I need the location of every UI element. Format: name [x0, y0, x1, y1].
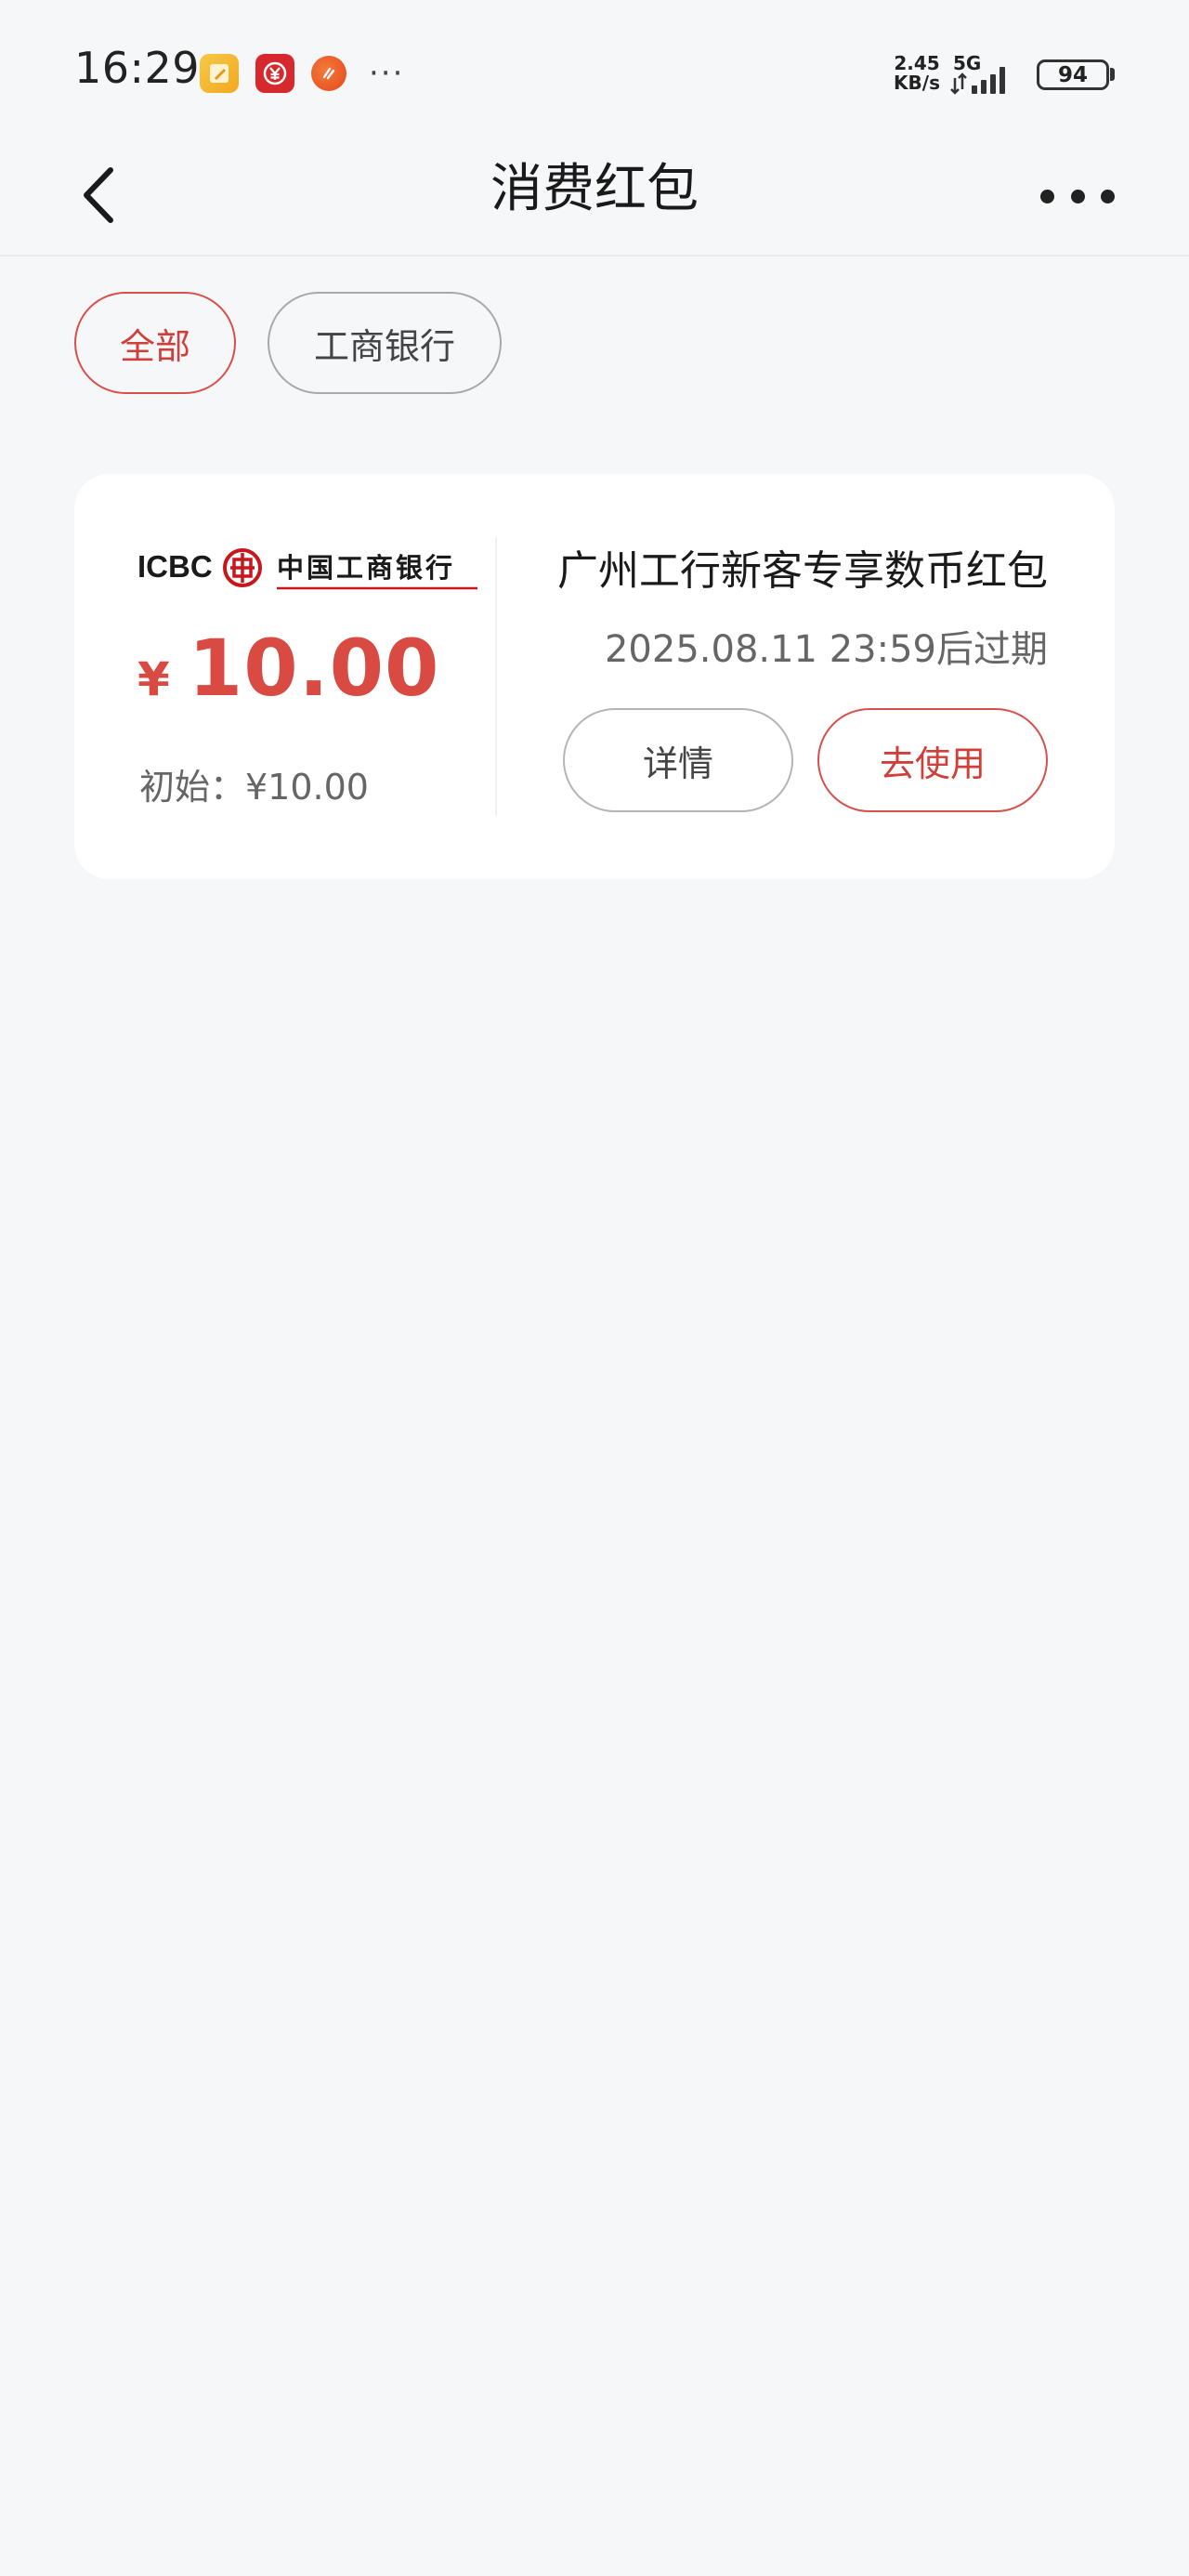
- orange-app-icon: [311, 56, 346, 91]
- coupon-expiry: 2025.08.11 23:59后过期: [604, 628, 1048, 671]
- more-options-button[interactable]: [1040, 173, 1115, 219]
- currency-symbol: ¥: [137, 652, 170, 706]
- filter-chip-all[interactable]: 全部: [74, 292, 236, 394]
- original-amount: 初始：¥10.00: [139, 767, 369, 808]
- filter-chip-icbc[interactable]: 工商银行: [268, 292, 502, 394]
- more-notifications-indicator: ···: [369, 55, 405, 92]
- coupon-amount-section: ICBC 中国工商银行 ¥ 10.00 初始：¥10.00: [74, 474, 495, 879]
- coupon-title: 广州工行新客专享数币红包: [557, 547, 1048, 595]
- page-title: 消费红包: [490, 159, 699, 219]
- network-speed: 2.45 KB/s: [888, 54, 946, 93]
- status-bar: 16:29 ··· 2.45 KB/s 5G 94: [0, 0, 1189, 149]
- detail-button[interactable]: 详情: [563, 708, 793, 812]
- chevron-left-icon: [84, 167, 113, 223]
- battery-tip: [1110, 68, 1115, 81]
- digital-yuan-icon: [255, 54, 294, 93]
- svg-text:中国工商银行: 中国工商银行: [277, 552, 455, 584]
- notification-icons: ···: [200, 54, 404, 93]
- svg-text:ICBC: ICBC: [137, 549, 213, 584]
- signal-strength-icon: [950, 67, 1005, 95]
- status-time: 16:29: [74, 43, 201, 93]
- filter-tabs: 全部 工商银行: [74, 292, 533, 394]
- coupon-card[interactable]: ICBC 中国工商银行 ¥ 10.00 初始：¥10.00 广州工行新客专享数币…: [74, 474, 1115, 879]
- notes-app-icon: [200, 54, 239, 93]
- card-divider: [495, 537, 497, 816]
- battery-indicator: 94: [1037, 59, 1109, 90]
- network-speed-unit: KB/s: [894, 72, 940, 94]
- nav-bar: 消费红包: [0, 149, 1189, 256]
- coupon-amount: ¥ 10.00: [137, 623, 440, 714]
- use-button[interactable]: 去使用: [817, 708, 1048, 812]
- icbc-logo: ICBC 中国工商银行: [137, 541, 483, 595]
- more-horizontal-icon: [1040, 189, 1054, 204]
- amount-value: 10.00: [188, 623, 440, 714]
- more-horizontal-icon-dot: [1070, 189, 1085, 204]
- back-button[interactable]: [61, 158, 136, 232]
- more-horizontal-icon-dot: [1101, 189, 1115, 204]
- coupon-actions: 详情 去使用: [563, 708, 1048, 812]
- network-speed-value: 2.45: [894, 52, 940, 74]
